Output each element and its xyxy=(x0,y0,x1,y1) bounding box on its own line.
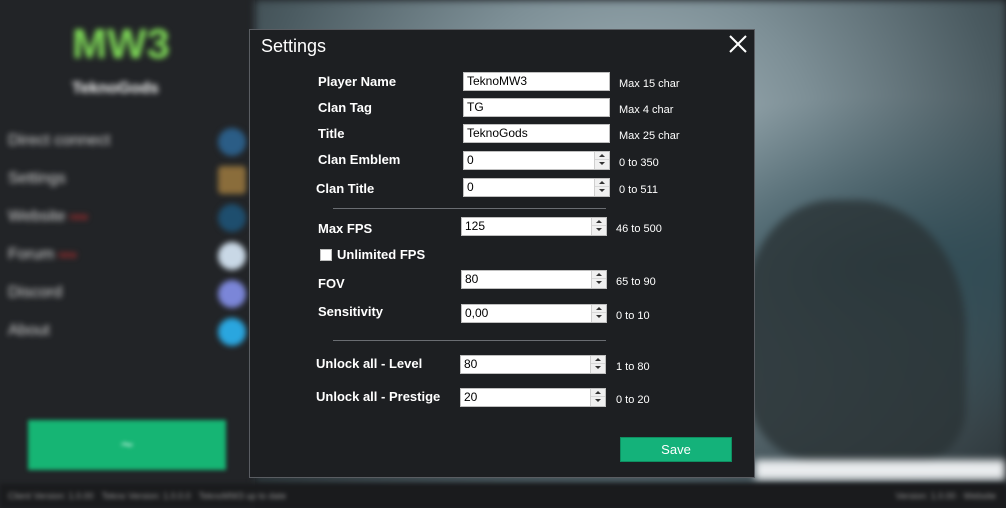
status-client-version: Client Version: 1.0.00 xyxy=(8,491,94,501)
player-name-input[interactable]: TeknoMW3 xyxy=(463,72,610,91)
stepper-buttons xyxy=(590,356,605,373)
discord-icon xyxy=(218,280,246,308)
title-input[interactable]: TeknoGods xyxy=(463,124,610,143)
stepper-buttons xyxy=(590,389,605,406)
new-badge: new xyxy=(58,249,77,261)
max-fps-stepper[interactable]: 125 xyxy=(461,217,607,236)
status-tekno-version: Tekno Version: 1.0.0.0 xyxy=(101,491,191,501)
unlimited-fps-label: Unlimited FPS xyxy=(337,247,426,262)
menu-item-website[interactable]: Website new xyxy=(0,198,255,236)
unlock-level-label: Unlock all - Level xyxy=(316,356,423,371)
spin-up-icon[interactable] xyxy=(595,179,609,187)
spin-up-icon[interactable] xyxy=(591,356,605,364)
spin-up-icon[interactable] xyxy=(592,271,606,279)
max-fps-hint: 46 to 500 xyxy=(616,223,662,235)
menu-item-label: Website xyxy=(8,208,66,225)
menu-item-direct-connect[interactable]: Direct connect xyxy=(0,122,255,160)
fov-value: 80 xyxy=(465,272,479,286)
sensitivity-value: 0,00 xyxy=(465,306,489,320)
menu-item-label: About xyxy=(8,322,50,339)
clan-tag-hint: Max 4 char xyxy=(619,104,674,116)
unlock-level-value: 80 xyxy=(464,357,478,371)
title-label: Title xyxy=(318,126,345,141)
unlock-prestige-hint: 0 to 20 xyxy=(616,394,650,406)
close-icon[interactable] xyxy=(727,33,749,55)
menu-item-settings[interactable]: Settings xyxy=(0,160,255,198)
clan-emblem-value: 0 xyxy=(467,153,474,167)
status-right: Version: 1.0.00 · Website xyxy=(895,491,996,501)
spin-up-icon[interactable] xyxy=(591,389,605,397)
chat-icon xyxy=(218,242,246,270)
svg-text:MW3: MW3 xyxy=(72,20,170,64)
unlimited-fps-checkbox[interactable] xyxy=(320,249,332,261)
spin-up-icon[interactable] xyxy=(592,218,606,226)
menu-item-label: Settings xyxy=(8,170,66,187)
fov-label: FOV xyxy=(318,276,345,291)
sensitivity-hint: 0 to 10 xyxy=(616,310,650,322)
unlock-prestige-value: 20 xyxy=(464,390,478,404)
unlock-prestige-stepper[interactable]: 20 xyxy=(460,388,606,407)
spin-down-icon[interactable] xyxy=(591,364,605,372)
save-button[interactable]: Save xyxy=(620,437,732,462)
stepper-buttons xyxy=(591,218,606,235)
spin-down-icon[interactable] xyxy=(595,160,609,168)
stepper-buttons xyxy=(594,152,609,169)
unlock-prestige-label: Unlock all - Prestige xyxy=(316,389,441,404)
spin-down-icon[interactable] xyxy=(595,187,609,195)
hero-input-bar xyxy=(755,460,1005,480)
stepper-buttons xyxy=(594,179,609,196)
settings-dialog: Settings Player Name TeknoMW3 Max 15 cha… xyxy=(249,29,755,478)
spin-down-icon[interactable] xyxy=(592,313,606,321)
dialog-title: Settings xyxy=(261,36,327,56)
spin-down-icon[interactable] xyxy=(592,279,606,287)
unlock-level-stepper[interactable]: 80 xyxy=(460,355,606,374)
menu-item-label: Discord xyxy=(8,284,63,301)
clan-tag-input[interactable]: TG xyxy=(463,98,610,117)
sensitivity-stepper[interactable]: 0,00 xyxy=(461,304,607,323)
clan-title-hint: 0 to 511 xyxy=(619,184,658,196)
fov-stepper[interactable]: 80 xyxy=(461,270,607,289)
spin-up-icon[interactable] xyxy=(592,305,606,313)
info-icon xyxy=(218,318,246,346)
mw3-logo: MW3 xyxy=(72,20,170,64)
stepper-buttons xyxy=(591,305,606,322)
play-button[interactable]: ~ xyxy=(28,420,226,470)
spin-up-icon[interactable] xyxy=(595,152,609,160)
spin-down-icon[interactable] xyxy=(591,397,605,405)
launcher-statusbar: Client Version: 1.0.00 Tekno Version: 1.… xyxy=(0,484,1006,508)
spin-down-icon[interactable] xyxy=(592,226,606,234)
new-badge: new xyxy=(69,211,88,223)
menu-item-discord[interactable]: Discord xyxy=(0,274,255,312)
stepper-buttons xyxy=(591,271,606,288)
launcher-menu: Direct connect Settings Website new Foru… xyxy=(0,122,255,350)
clan-title-label: Clan Title xyxy=(316,181,375,196)
globe-icon xyxy=(218,204,246,232)
menu-item-about[interactable]: About xyxy=(0,312,255,350)
clan-title-stepper[interactable]: 0 xyxy=(463,178,610,197)
launcher-username: TeknoGods xyxy=(72,80,159,97)
hero-figure xyxy=(746,200,966,460)
clan-emblem-stepper[interactable]: 0 xyxy=(463,151,610,170)
clan-emblem-label: Clan Emblem xyxy=(318,152,401,167)
fov-hint: 65 to 90 xyxy=(616,276,656,288)
menu-item-label: Forum xyxy=(8,246,55,263)
clan-emblem-hint: 0 to 350 xyxy=(619,157,659,169)
connect-icon xyxy=(218,128,246,156)
unlock-level-hint: 1 to 80 xyxy=(616,361,650,373)
menu-item-forum[interactable]: Forum new xyxy=(0,236,255,274)
divider xyxy=(333,208,606,209)
max-fps-label: Max FPS xyxy=(318,221,373,236)
sensitivity-label: Sensitivity xyxy=(318,304,384,319)
title-hint: Max 25 char xyxy=(619,130,680,142)
divider xyxy=(333,340,606,341)
clan-title-value: 0 xyxy=(467,180,474,194)
menu-item-label: Direct connect xyxy=(8,132,111,149)
player-name-hint: Max 15 char xyxy=(619,78,680,90)
clan-tag-label: Clan Tag xyxy=(318,100,372,115)
launcher-sidebar: MW3 TeknoGods Direct connect Settings We… xyxy=(0,0,255,508)
wrench-icon xyxy=(218,166,246,194)
status-update: TeknoMW3 up to date xyxy=(198,491,287,501)
max-fps-value: 125 xyxy=(465,219,486,233)
player-name-label: Player Name xyxy=(318,74,397,89)
